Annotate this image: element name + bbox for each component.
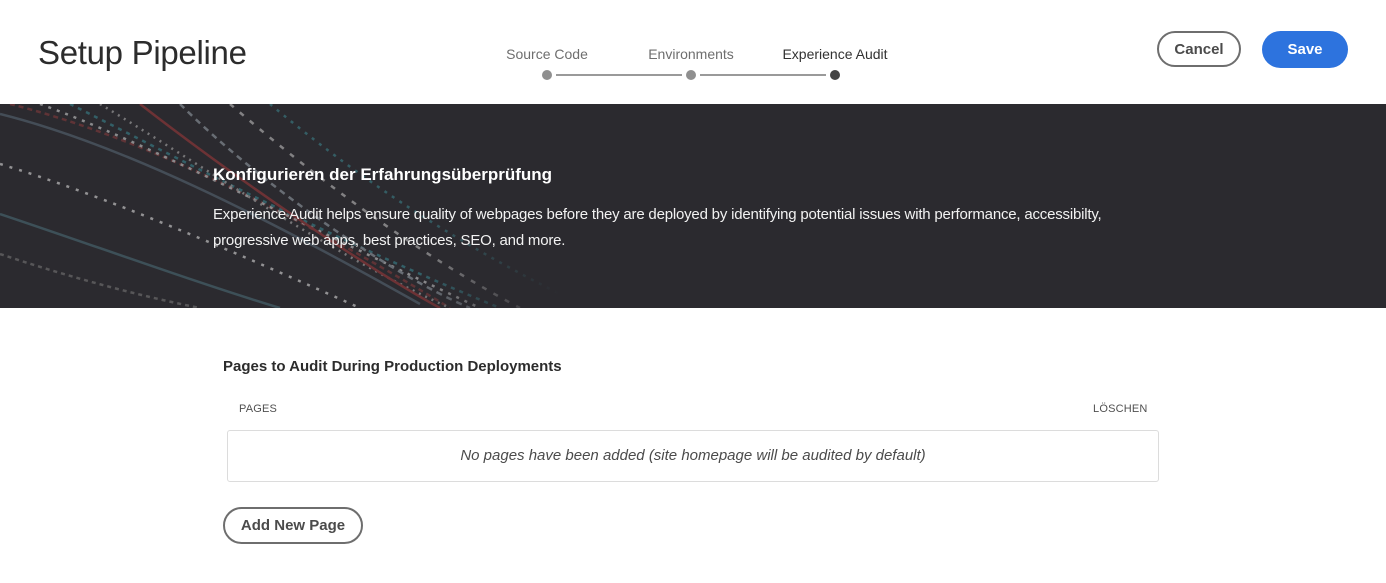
empty-state-message: No pages have been added (site homepage …	[460, 447, 926, 464]
cancel-button[interactable]: Cancel	[1157, 31, 1241, 67]
header: Setup Pipeline Source Code Environments …	[0, 0, 1386, 104]
step-connector	[700, 74, 826, 76]
banner-description: Experience Audit helps ensure quality of…	[213, 206, 1102, 249]
column-header-delete: LÖSCHEN	[1093, 403, 1148, 415]
info-banner: Konfigurieren der Erfahrungsüberprüfung …	[0, 104, 1386, 308]
step-label-environments: Environments	[648, 46, 734, 62]
step-label-source-code: Source Code	[506, 46, 588, 62]
step-dot-environments[interactable]	[686, 70, 696, 80]
column-header-pages: PAGES	[239, 403, 278, 415]
section-title: Pages to Audit During Production Deploym…	[223, 358, 562, 375]
pages-table-empty-state: No pages have been added (site homepage …	[227, 430, 1159, 482]
step-dot-experience-audit	[830, 70, 840, 80]
step-connector	[556, 74, 682, 76]
save-button[interactable]: Save	[1262, 31, 1348, 68]
step-label-experience-audit: Experience Audit	[782, 46, 888, 62]
banner-title: Konfigurieren der Erfahrungsüberprüfung	[213, 165, 553, 184]
step-dot-source-code[interactable]	[542, 70, 552, 80]
add-new-page-button[interactable]: Add New Page	[223, 507, 363, 544]
